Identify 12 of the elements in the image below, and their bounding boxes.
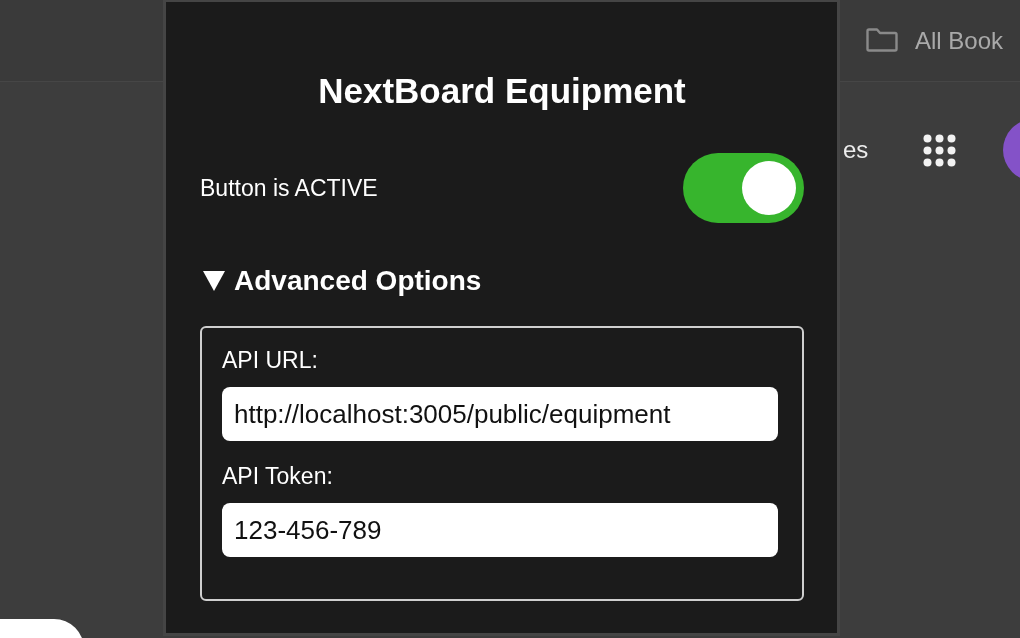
caret-icon: [203, 271, 225, 291]
popup-title: NextBoard Equipment: [318, 71, 686, 111]
token-label: API Token:: [222, 462, 334, 490]
header-link-text[interactable]: es: [843, 136, 869, 164]
token-field[interactable]: 123-456-789: [222, 503, 778, 557]
toggle-label: Button is ACTIVE: [200, 174, 378, 202]
advanced-options-toggle[interactable]: Advanced Options: [200, 264, 482, 298]
bookmarks-folder-link[interactable]: All Book: [915, 26, 1004, 55]
apps-grid-icon[interactable]: [923, 133, 957, 167]
url-field[interactable]: http://localhost:3005/public/equipment: [222, 387, 778, 441]
url-label: API URL:: [222, 346, 319, 374]
folder-icon[interactable]: [866, 27, 898, 52]
